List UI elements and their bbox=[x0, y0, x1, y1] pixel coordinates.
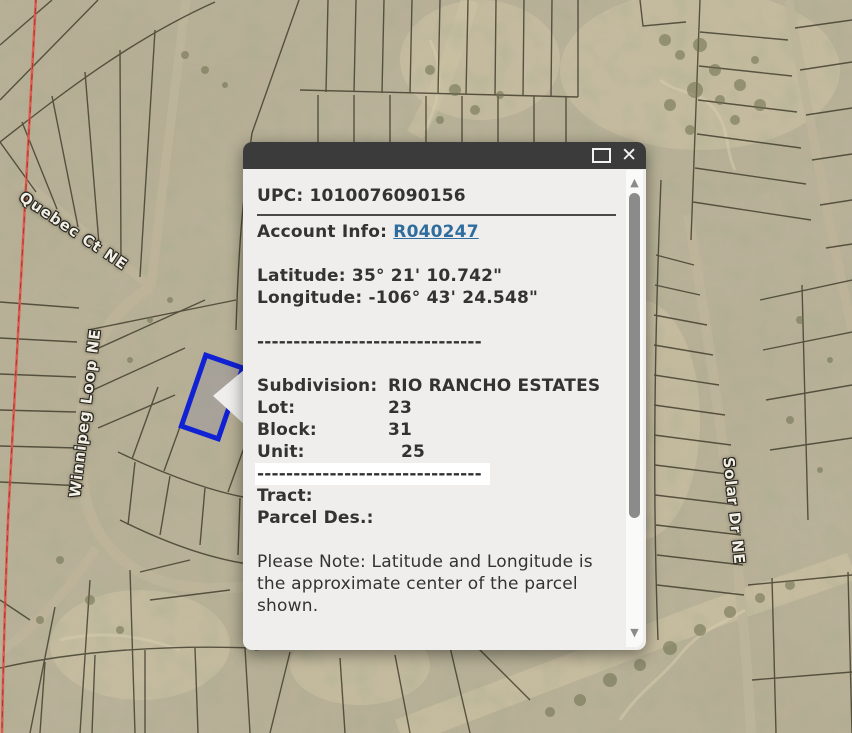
longitude-line: Longitude: -106° 43' 24.548" bbox=[257, 287, 616, 309]
note-text: Please Note: Latitude and Longitude is t… bbox=[257, 551, 616, 617]
scroll-down-icon[interactable]: ▼ bbox=[626, 627, 643, 638]
subdivision-label: Subdivision: bbox=[257, 375, 388, 397]
account-info-link[interactable]: R040247 bbox=[393, 222, 478, 242]
unit-row: Unit: 25 bbox=[257, 441, 616, 463]
lot-label: Lot: bbox=[257, 397, 388, 419]
subdivision-value: RIO RANCHO ESTATES bbox=[388, 375, 600, 397]
gis-map-view: Quebec Ct NE Winnipeg Loop NE Solar Dr N… bbox=[0, 0, 852, 733]
coordinates-block: Latitude: 35° 21' 10.742" Longitude: -10… bbox=[257, 265, 616, 309]
upc-label: UPC: bbox=[257, 186, 303, 206]
block-value: 31 bbox=[388, 419, 412, 441]
account-info-label: Account Info: bbox=[257, 222, 387, 242]
dashed-separator: ------------------------------- bbox=[257, 331, 616, 353]
block-row: Block: 31 bbox=[257, 419, 616, 441]
latitude-line: Latitude: 35° 21' 10.742" bbox=[257, 265, 616, 287]
block-label: Block: bbox=[257, 419, 388, 441]
maximize-icon[interactable] bbox=[592, 148, 611, 163]
parcel-des-row: Parcel Des.: bbox=[257, 507, 616, 529]
lot-row: Lot: 23 bbox=[257, 397, 616, 419]
popup-scrollbar[interactable]: ▲ ▼ bbox=[626, 170, 643, 647]
divider-rule bbox=[257, 214, 616, 216]
latitude-value: 35° 21' 10.742" bbox=[352, 266, 502, 286]
tract-label: Tract: bbox=[257, 485, 388, 507]
dashed-separator-highlighted: ------------------------------- bbox=[257, 463, 616, 485]
longitude-value: -106° 43' 24.548" bbox=[368, 288, 538, 308]
unit-value: 25 bbox=[401, 441, 425, 463]
scroll-up-icon[interactable]: ▲ bbox=[626, 177, 643, 188]
upc-value: 1010076090156 bbox=[309, 186, 465, 206]
parcel-fields: Subdivision: RIO RANCHO ESTATES Lot: 23 … bbox=[257, 375, 616, 463]
upc-line: UPC: 1010076090156 bbox=[257, 185, 616, 207]
parcel-info-popup: ✕ UPC: 1010076090156 Account Info: R0402… bbox=[243, 142, 646, 650]
latitude-label: Latitude: bbox=[257, 266, 346, 286]
popup-titlebar[interactable]: ✕ bbox=[243, 142, 646, 169]
subdivision-row: Subdivision: RIO RANCHO ESTATES bbox=[257, 375, 616, 397]
close-icon[interactable]: ✕ bbox=[621, 146, 637, 165]
parcel-des-label: Parcel Des.: bbox=[257, 507, 388, 529]
account-info-line: Account Info: R040247 bbox=[257, 221, 616, 243]
tract-row: Tract: bbox=[257, 485, 616, 507]
scrollbar-thumb[interactable] bbox=[629, 193, 640, 518]
lot-value: 23 bbox=[388, 397, 412, 419]
unit-label: Unit: bbox=[257, 441, 388, 463]
longitude-label: Longitude: bbox=[257, 288, 362, 308]
popup-body: UPC: 1010076090156 Account Info: R040247… bbox=[257, 169, 616, 617]
